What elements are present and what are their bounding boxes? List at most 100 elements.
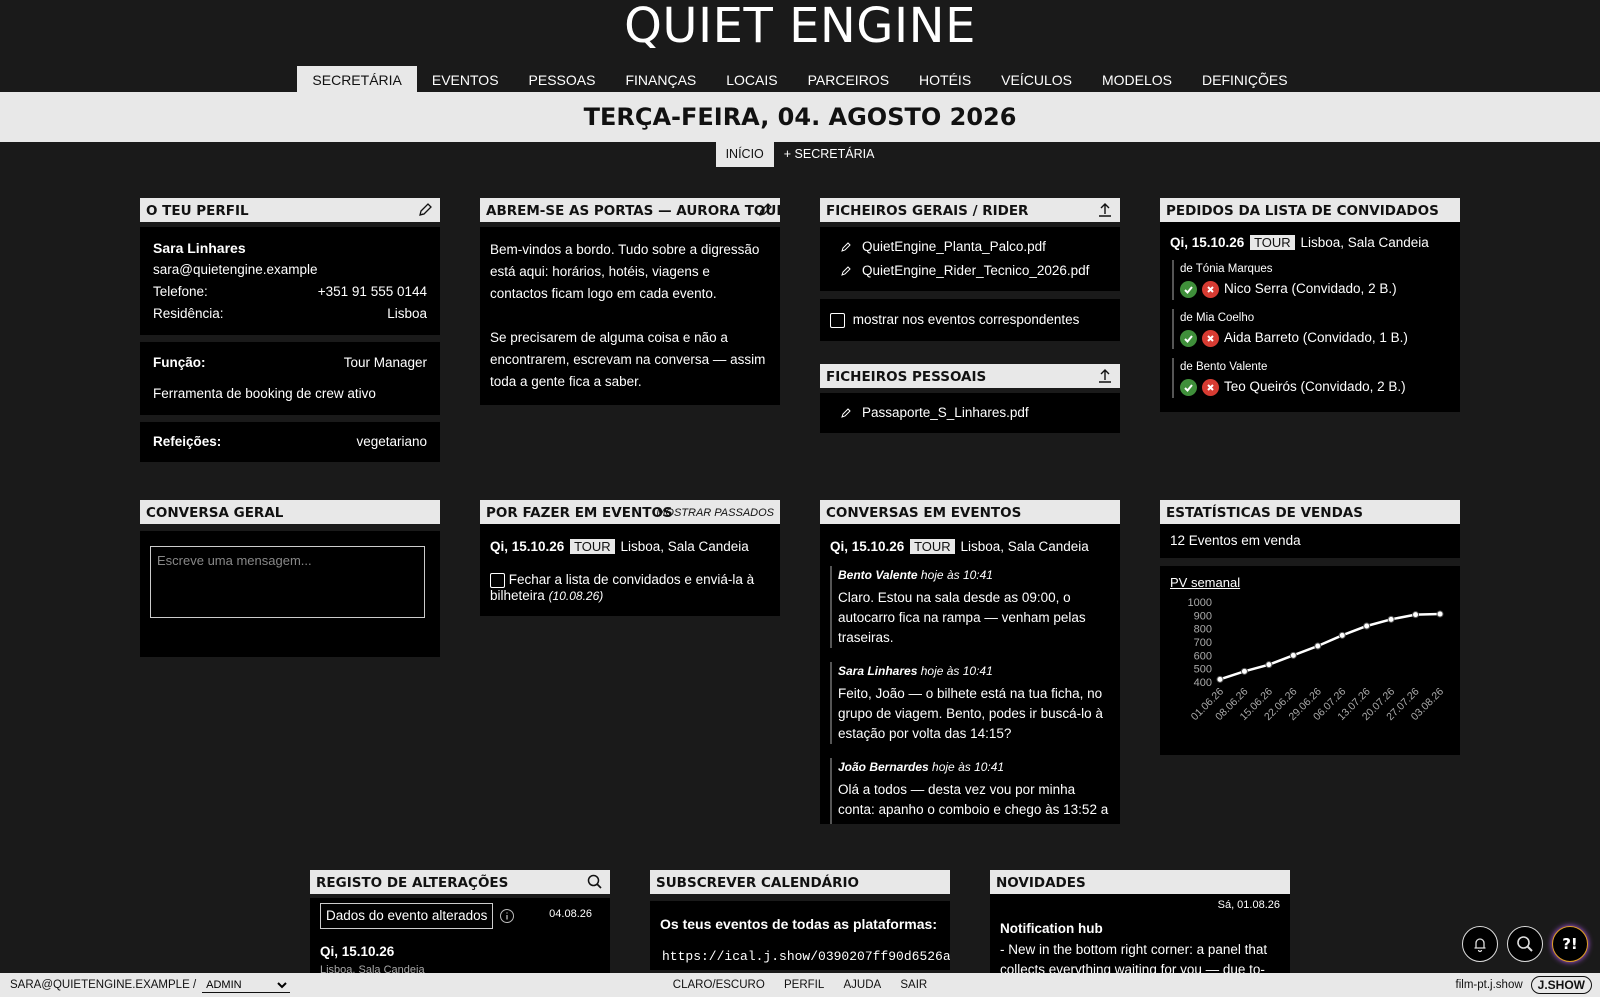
upload-icon[interactable] <box>1096 367 1114 385</box>
nav-item-eventos[interactable]: EVENTOS <box>417 66 514 92</box>
nav-item-modelos[interactable]: MODELOS <box>1087 66 1187 92</box>
message-text: Olá a todos — desta vez vou por minha co… <box>838 782 1109 824</box>
data-point[interactable] <box>1265 661 1273 669</box>
calendar-panel: SUBSCREVER CALENDÁRIO Os teus eventos de… <box>650 870 950 970</box>
pencil-icon[interactable] <box>840 407 852 419</box>
pencil-icon[interactable] <box>840 241 852 253</box>
reject-icon[interactable] <box>1202 378 1219 396</box>
calendar-url[interactable]: https://ical.j.show/0390207ff90d6526a7d8… <box>650 943 950 970</box>
file-link[interactable]: QuietEngine_Rider_Tecnico_2026.pdf <box>862 259 1089 283</box>
todo-text: Fechar a lista de convidados e enviá-la … <box>490 572 755 603</box>
data-point[interactable] <box>1387 615 1395 623</box>
message-author: Bento Valente <box>838 568 918 582</box>
data-point[interactable] <box>1240 667 1248 675</box>
info-icon[interactable] <box>499 908 515 924</box>
guest-name: Teo Queirós (Convidado, 2 B.) <box>1224 379 1406 394</box>
chat-message-input[interactable] <box>150 546 425 618</box>
pencil-icon[interactable] <box>416 201 434 219</box>
profile-panel: O TEU PERFIL Sara Linhares sara@quieteng… <box>140 198 440 462</box>
change-date: 04.08.26 <box>549 908 592 920</box>
chat-event[interactable]: Qi, 15.10.26 TOUR Lisboa, Sala Candeia <box>830 536 1110 558</box>
calendar-title: SUBSCREVER CALENDÁRIO <box>656 875 860 891</box>
approve-icon[interactable] <box>1180 329 1197 347</box>
data-point[interactable] <box>1436 610 1444 618</box>
file-link[interactable]: QuietEngine_Planta_Palco.pdf <box>862 235 1046 259</box>
nav-item-definicoes[interactable]: DEFINIÇÕES <box>1187 66 1303 92</box>
notifications-button[interactable] <box>1462 926 1498 962</box>
nav-item-pessoas[interactable]: PESSOAS <box>514 66 611 92</box>
footer-domain[interactable]: film-pt.j.show <box>1456 973 1523 997</box>
brand-logo[interactable]: J.SHOW <box>1530 976 1592 994</box>
residence-value: Lisboa <box>387 306 427 321</box>
y-tick-label: 800 <box>1194 624 1212 636</box>
approve-icon[interactable] <box>1180 378 1197 396</box>
data-point[interactable] <box>1314 642 1322 650</box>
data-point[interactable] <box>1412 611 1420 619</box>
event-place: Lisboa, Sala Candeia <box>620 539 749 554</box>
logout-link[interactable]: SAIR <box>900 979 927 991</box>
nav-item-financas[interactable]: FINANÇAS <box>610 66 711 92</box>
crew-tool-status: Ferramenta de booking de crew ativo <box>153 386 376 401</box>
data-point[interactable] <box>1289 651 1297 659</box>
help-button[interactable]: ?! <box>1552 926 1588 962</box>
footer-bar: SARA@QUIETENGINE.EXAMPLE / ADMIN CLARO/E… <box>0 973 1600 997</box>
data-point[interactable] <box>1338 631 1346 639</box>
subnav-add-desk[interactable]: + SECRETÁRIA <box>774 142 885 167</box>
global-search-button[interactable] <box>1507 926 1543 962</box>
todo-checkbox[interactable] <box>490 572 505 588</box>
nav-item-hoteis[interactable]: HOTÉIS <box>904 66 986 92</box>
reject-icon[interactable] <box>1202 280 1219 298</box>
nav-item-veiculos[interactable]: VEÍCULOS <box>986 66 1087 92</box>
nav-item-locais[interactable]: LOCAIS <box>711 66 792 92</box>
help-icon: ?! <box>1562 935 1578 953</box>
search-icon[interactable] <box>586 873 604 891</box>
phone-value[interactable]: +351 91 555 0144 <box>318 281 427 303</box>
change-event-date[interactable]: Qi, 15.10.26 <box>320 941 600 963</box>
y-tick-label: 400 <box>1194 677 1212 689</box>
change-type-badge[interactable]: Dados do evento alterados <box>320 903 494 929</box>
chart-link[interactable]: PV semanal <box>1170 572 1450 594</box>
profile-link[interactable]: PERFIL <box>784 979 824 991</box>
bell-icon <box>1474 938 1486 953</box>
nav-item-parceiros[interactable]: PARCEIROS <box>793 66 904 92</box>
todo-title: POR FAZER EM EVENTOS <box>486 505 673 521</box>
meals-value: vegetariano <box>356 434 427 449</box>
show-in-events-checkbox[interactable] <box>830 312 845 328</box>
todo-event[interactable]: Qi, 15.10.26 TOUR Lisboa, Sala Candeia <box>490 536 770 558</box>
pencil-icon[interactable] <box>756 201 774 219</box>
event-date: Qi, 15.10.26 <box>830 539 905 554</box>
guest-request: de Mia Coelho Aida Barreto (Convidado, 1… <box>1172 309 1450 349</box>
todo-panel: POR FAZER EM EVENTOS MOSTRAR PASSADOS Qi… <box>480 500 780 616</box>
file-link[interactable]: Passaporte_S_Linhares.pdf <box>862 401 1029 425</box>
nav-item-secretaria[interactable]: SECRETÁRIA <box>297 66 417 92</box>
request-from: de Mia Coelho <box>1180 312 1255 324</box>
profile-email[interactable]: sara@quietengine.example <box>153 259 427 281</box>
help-link[interactable]: AJUDA <box>843 979 881 991</box>
pencil-icon[interactable] <box>840 265 852 277</box>
profile-title: O TEU PERFIL <box>140 198 440 222</box>
request-from: de Bento Valente <box>1180 361 1268 373</box>
reject-icon[interactable] <box>1202 329 1219 347</box>
y-tick-label: 1000 <box>1188 597 1212 609</box>
news-heading: Notification hub <box>1000 921 1103 936</box>
profile-name: Sara Linhares <box>153 240 246 256</box>
data-point[interactable] <box>1216 675 1224 683</box>
data-point[interactable] <box>1363 622 1371 630</box>
role-label: Função: <box>153 355 206 370</box>
general-chat-panel: CONVERSA GERAL <box>140 500 440 657</box>
guestlist-event[interactable]: Qi, 15.10.26 TOUR Lisboa, Sala Candeia <box>1170 232 1450 254</box>
event-tag: TOUR <box>910 539 955 554</box>
theme-toggle-link[interactable]: CLARO/ESCURO <box>673 979 765 991</box>
message-time: hoje às 10:41 <box>920 664 993 678</box>
message-author: João Bernardes <box>838 760 929 774</box>
changelog-panel: REGISTO DE ALTERAÇÕES Dados do evento al… <box>310 870 610 978</box>
upload-icon[interactable] <box>1096 201 1114 219</box>
subnav-home[interactable]: INÍCIO <box>715 142 774 167</box>
event-date: Qi, 15.10.26 <box>490 539 565 554</box>
event-date: Qi, 15.10.26 <box>1170 235 1245 250</box>
approve-icon[interactable] <box>1180 280 1197 298</box>
svg-text:?!: ?! <box>1562 935 1578 953</box>
show-past-link[interactable]: MOSTRAR PASSADOS <box>656 500 774 524</box>
news-title: NOVIDADES <box>996 875 1086 891</box>
profile-title-text: O TEU PERFIL <box>146 203 249 219</box>
